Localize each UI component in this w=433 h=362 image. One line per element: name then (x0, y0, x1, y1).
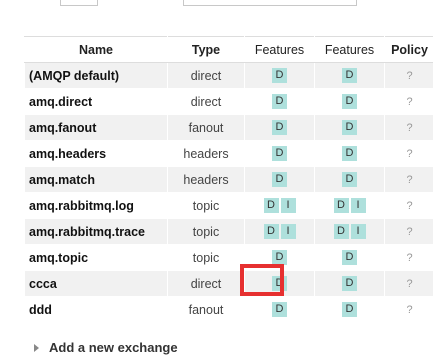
feature-badge: D (342, 68, 357, 84)
policy-cell: ? (384, 88, 433, 115)
policy-cell: ? (384, 218, 433, 245)
features-cell-2: D (314, 114, 385, 141)
policy-cell: ? (384, 270, 433, 297)
table-header-row: Name Type Features Features Policy (24, 36, 433, 63)
features-cell: D (244, 62, 315, 89)
table-row: amq.headers headers D D? (24, 140, 433, 167)
feature-badge: D (272, 120, 287, 136)
table-row: ddd fanout D D? (24, 296, 433, 323)
exchange-type: topic (167, 244, 245, 271)
features-cell-2: D (314, 62, 385, 89)
feature-badge: I (350, 224, 366, 240)
table-row: (AMQP default) direct D D? (24, 62, 433, 89)
features-cell: D (244, 88, 315, 115)
feature-badge: I (350, 198, 366, 214)
col-header-name[interactable]: Name (24, 36, 168, 63)
features-cell: DI (244, 192, 315, 219)
features-cell-2: DI (314, 218, 385, 245)
features-cell: D (244, 166, 315, 193)
exchange-name-link[interactable]: amq.rabbitmq.trace (24, 218, 168, 245)
exchange-type: headers (167, 166, 245, 193)
feature-badge: D (342, 302, 357, 318)
table-row: ccca direct D D? (24, 270, 433, 297)
feature-badge: D (333, 224, 349, 240)
feature-badge: D (272, 146, 287, 162)
feature-badge: D (272, 302, 287, 318)
exchange-type: fanout (167, 114, 245, 141)
features-cell-2: D (314, 296, 385, 323)
features-cell: D (244, 114, 315, 141)
features-cell-2: D (314, 88, 385, 115)
feature-badge: D (272, 250, 287, 266)
feature-badge: I (280, 224, 296, 240)
table-row: amq.fanout fanout D D? (24, 114, 433, 141)
feature-badge: D (333, 198, 349, 214)
exchange-name-link[interactable]: amq.fanout (24, 114, 168, 141)
table-row: amq.match headers D D? (24, 166, 433, 193)
col-header-type[interactable]: Type (167, 36, 245, 63)
triangle-right-icon (34, 343, 39, 352)
table-row: amq.rabbitmq.log topic D I D I? (24, 192, 433, 219)
exchange-name-link[interactable]: ddd (24, 296, 168, 323)
exchange-type: topic (167, 218, 245, 245)
add-exchange-label: Add a new exchange (49, 340, 178, 355)
exchange-type: fanout (167, 296, 245, 323)
feature-badge: D (263, 224, 279, 240)
exchange-type: direct (167, 270, 245, 297)
exchanges-table: Name Type Features Features Policy (AMQP… (24, 36, 433, 323)
feature-badge: D (272, 68, 287, 84)
feature-badge: D (272, 172, 287, 188)
feature-badge: D (263, 198, 279, 214)
exchange-name-link[interactable]: amq.direct (24, 88, 168, 115)
features-cell: D (244, 140, 315, 167)
filter-input-small[interactable] (60, 0, 98, 6)
exchange-name-link[interactable]: amq.rabbitmq.log (24, 192, 168, 219)
exchange-name-link[interactable]: amq.topic (24, 244, 168, 271)
features-cell: DI (244, 218, 315, 245)
add-exchange-toggle[interactable]: Add a new exchange (34, 340, 178, 355)
filter-input[interactable] (183, 0, 357, 6)
exchange-type: direct (167, 62, 245, 89)
features-cell: D (244, 296, 315, 323)
feature-badge: D (342, 250, 357, 266)
table-row: amq.direct direct D D? (24, 88, 433, 115)
feature-badge: D (272, 94, 287, 110)
exchange-type: direct (167, 88, 245, 115)
policy-cell: ? (384, 192, 433, 219)
feature-badge: D (342, 94, 357, 110)
policy-cell: ? (384, 62, 433, 89)
feature-badge: D (342, 146, 357, 162)
features-cell-2: D (314, 166, 385, 193)
table-row: amq.topic topic D D? (24, 244, 433, 271)
exchange-type: headers (167, 140, 245, 167)
feature-badge: D (342, 172, 357, 188)
exchange-name-link[interactable]: ccca (24, 270, 168, 297)
exchange-name-link[interactable]: (AMQP default) (24, 62, 168, 89)
features-cell-2: D (314, 244, 385, 271)
policy-cell: ? (384, 244, 433, 271)
features-cell-2: D (314, 270, 385, 297)
policy-cell: ? (384, 114, 433, 141)
feature-badge: D (342, 120, 357, 136)
feature-badge: I (280, 198, 296, 214)
exchange-name-link[interactable]: amq.headers (24, 140, 168, 167)
policy-cell: ? (384, 140, 433, 167)
policy-cell: ? (384, 296, 433, 323)
exchange-type: topic (167, 192, 245, 219)
col-header-policy[interactable]: Policy (384, 36, 433, 63)
feature-badge: D (342, 276, 357, 292)
policy-cell: ? (384, 166, 433, 193)
highlight-box (240, 264, 284, 296)
features-cell-2: DI (314, 192, 385, 219)
features-cell-2: D (314, 140, 385, 167)
col-header-features[interactable]: Features (244, 36, 315, 63)
col-header-features-2[interactable]: Features (314, 36, 385, 63)
exchange-name-link[interactable]: amq.match (24, 166, 168, 193)
table-row: amq.rabbitmq.trace topic D I D I? (24, 218, 433, 245)
